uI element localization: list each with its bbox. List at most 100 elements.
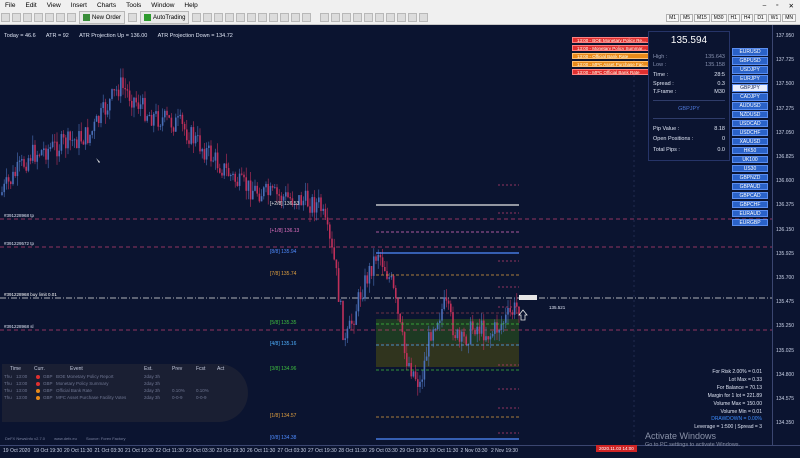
candle-body <box>340 300 342 302</box>
pair-button-nzdusd[interactable]: NZDUSD <box>732 110 768 119</box>
candle-body <box>491 333 494 337</box>
templates-icon[interactable] <box>302 13 312 22</box>
minimize-icon[interactable]: – <box>763 2 767 10</box>
pair-button-gbpjpy[interactable]: GBPJPY <box>732 83 768 92</box>
terminal-icon[interactable] <box>56 13 65 22</box>
candle-body <box>399 313 401 323</box>
candle-body <box>417 379 419 387</box>
pair-button-uk100[interactable]: UK100 <box>732 155 768 164</box>
tf-m5[interactable]: M5 <box>680 13 694 22</box>
text-tool-icon[interactable] <box>397 13 407 22</box>
low-row: Low :135.158 <box>653 62 725 68</box>
new-chart-icon[interactable] <box>1 13 10 22</box>
trendline-icon[interactable] <box>364 13 374 22</box>
tf-w1[interactable]: W1 <box>767 13 782 22</box>
menu-charts[interactable]: Charts <box>92 2 121 9</box>
candle-body <box>232 173 234 175</box>
autotrading-button[interactable]: AutoTrading <box>140 11 190 24</box>
candle-body <box>395 287 397 299</box>
market-watch-icon[interactable] <box>23 13 32 22</box>
chart-shift-icon[interactable] <box>269 13 279 22</box>
strategy-tester-icon[interactable] <box>67 13 76 22</box>
candle-body <box>183 123 186 130</box>
tf-d1[interactable]: D1 <box>754 13 767 22</box>
pair-button-audusd[interactable]: AUDUSD <box>732 101 768 110</box>
menu-edit[interactable]: Edit <box>20 2 41 9</box>
candle-body <box>166 110 168 116</box>
lot-max-stat: Lot Max = 0.33 <box>728 377 762 383</box>
tf-m30[interactable]: M30 <box>710 13 727 22</box>
menu-tools[interactable]: Tools <box>121 2 146 9</box>
candlestick-icon[interactable] <box>203 13 213 22</box>
data-window-icon[interactable] <box>34 13 43 22</box>
line-chart-icon[interactable] <box>214 13 224 22</box>
murrey-level-label: [8/8] 135.94 <box>270 249 297 255</box>
price-axis[interactable]: 137.950 137.725 137.500 137.275 137.050 136.8… <box>772 25 800 445</box>
menu-insert[interactable]: Insert <box>66 2 92 9</box>
pair-button-usdjpy[interactable]: USDJPY <box>732 65 768 74</box>
pair-button-gbpusd[interactable]: GBPUSD <box>732 56 768 65</box>
menu-window[interactable]: Window <box>146 2 179 9</box>
candle-body <box>421 379 423 382</box>
menu-help[interactable]: Help <box>179 2 202 9</box>
pair-button-euraud[interactable]: EURAUD <box>732 209 768 218</box>
pair-button-gbpcad[interactable]: GBPCAD <box>732 191 768 200</box>
profiles-icon[interactable] <box>12 13 21 22</box>
channel-icon[interactable] <box>375 13 385 22</box>
candle-body <box>359 292 362 300</box>
candle-body <box>3 183 5 193</box>
vertical-line-icon[interactable] <box>342 13 352 22</box>
timeframe-row: T.Frame : M30 <box>653 89 725 95</box>
pair-button-cadjpy[interactable]: CADJPY <box>732 92 768 101</box>
pair-button-xauusd[interactable]: XAUUSD <box>732 137 768 146</box>
horizontal-line-icon[interactable] <box>353 13 363 22</box>
periods-icon[interactable] <box>291 13 301 22</box>
pair-button-gbpaud[interactable]: GBPAUD <box>732 182 768 191</box>
tile-windows-icon[interactable] <box>247 13 257 22</box>
menu-file[interactable]: File <box>0 2 20 9</box>
cal-event: BOE Monetary Policy Report <box>56 374 114 379</box>
zone-lower <box>376 343 519 367</box>
tf-m15[interactable]: M15 <box>694 13 710 22</box>
candle-body <box>511 312 514 315</box>
candle-body <box>419 381 421 387</box>
pair-button-gbpnzd[interactable]: GBPNZD <box>732 173 768 182</box>
navigator-icon[interactable] <box>45 13 54 22</box>
tf-h1[interactable]: H1 <box>727 13 740 22</box>
candle-body <box>476 326 478 335</box>
candle-body <box>274 187 276 189</box>
menu-view[interactable]: View <box>42 2 66 9</box>
price-tick-label: 134.575 <box>776 396 795 402</box>
bar-chart-icon[interactable] <box>192 13 202 22</box>
pair-button-gbpchf[interactable]: GBPCHF <box>732 200 768 209</box>
candle-body <box>65 137 67 149</box>
candle-body <box>38 154 41 156</box>
pair-button-hk50[interactable]: HK50 <box>732 146 768 155</box>
candle-body <box>58 150 60 157</box>
pair-button-us30[interactable]: US30 <box>732 164 768 173</box>
zoom-out-icon[interactable] <box>236 13 246 22</box>
arrows-icon[interactable] <box>419 13 429 22</box>
zoom-in-icon[interactable] <box>225 13 235 22</box>
pair-button-eurjpy[interactable]: EURJPY <box>732 74 768 83</box>
pair-button-eurusd[interactable]: EURUSD <box>732 48 768 56</box>
crosshair-icon[interactable] <box>331 13 341 22</box>
new-order-button[interactable]: New Order <box>79 11 126 24</box>
close-icon[interactable]: ✕ <box>789 2 794 10</box>
restore-icon[interactable]: ▫ <box>776 2 778 10</box>
metaeditor-icon[interactable] <box>128 13 138 22</box>
indicators-icon[interactable] <box>280 13 290 22</box>
pair-button-eurgbp[interactable]: EURGBP <box>732 218 768 227</box>
pair-button-usdchf[interactable]: USDCHF <box>732 128 768 137</box>
pair-button-usdcad[interactable]: USDCAD <box>732 119 768 128</box>
candle-body <box>447 300 450 304</box>
cursor-icon[interactable] <box>320 13 330 22</box>
label-tool-icon[interactable] <box>408 13 418 22</box>
candle-body <box>494 322 496 334</box>
price-marker-label: 135.521 <box>549 305 566 310</box>
auto-scroll-icon[interactable] <box>258 13 268 22</box>
tf-mn[interactable]: MN <box>782 13 796 22</box>
fibonacci-icon[interactable] <box>386 13 396 22</box>
tf-h4[interactable]: H4 <box>740 13 754 22</box>
tf-m1[interactable]: M1 <box>666 13 680 22</box>
